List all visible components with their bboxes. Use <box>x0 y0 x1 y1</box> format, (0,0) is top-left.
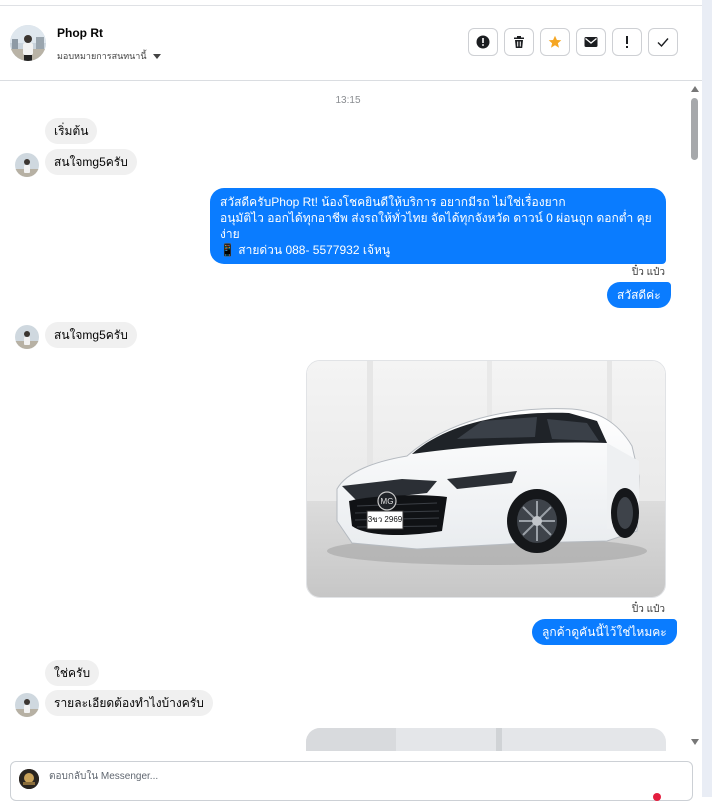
scroll-down-arrow-icon[interactable] <box>691 739 699 745</box>
message-composer <box>10 761 693 801</box>
message-line: สวัสดีครับPhop Rt! น้องโชคยินดีให้บริการ… <box>220 195 566 209</box>
car-photo-attachment[interactable]: MG 3ขว 2969 <box>306 360 666 598</box>
envelope-icon <box>584 37 598 47</box>
window-edge <box>702 0 712 797</box>
outgoing-message[interactable]: ลูกค้าดูคันนี้ไว้ใช่ไหมคะ <box>532 619 677 645</box>
assign-label: มอบหมายการสนทนานี้ <box>57 51 147 61</box>
mark-unread-button[interactable] <box>576 28 606 56</box>
message-line: 📱 สายด่วน 088- 5577932 เจ้หนู <box>220 243 391 257</box>
incoming-message[interactable]: เริ่มต้น <box>45 118 98 144</box>
contact-name[interactable]: Phop Rt <box>57 26 103 40</box>
reply-input[interactable] <box>47 770 651 783</box>
conversation-header: Phop Rt มอบหมายการสนทนานี้ <box>0 6 702 81</box>
trash-icon <box>514 36 524 48</box>
image-fragment <box>496 728 502 751</box>
svg-text:MG: MG <box>381 497 394 506</box>
seen-by-label: ปิ๋ว แป๋ว <box>631 267 665 278</box>
scroll-up-arrow-icon[interactable] <box>691 86 699 92</box>
contact-avatar-small <box>15 693 39 717</box>
seen-by-label: ปิ๋ว แป๋ว <box>631 604 665 615</box>
message-thread[interactable]: 13:15 เริ่มต้น สนใจmg5ครับ สวัสดีครับPho… <box>0 81 702 751</box>
outgoing-message[interactable]: สวัสดีค่ะ <box>607 282 671 308</box>
incoming-message[interactable]: ใช่ครับ <box>45 660 100 686</box>
image-fragment <box>306 728 396 751</box>
incoming-message[interactable]: สนใจmg5ครับ <box>45 149 137 175</box>
contact-avatar-small <box>15 325 39 349</box>
license-plate: 3ขว 2969 <box>368 515 403 524</box>
incoming-message[interactable]: สนใจmg5ครับ <box>45 322 137 348</box>
exclamation-icon <box>626 36 628 48</box>
page-avatar <box>19 769 39 789</box>
alert-circle-icon <box>476 35 490 49</box>
message-line: ง่าย <box>220 227 240 241</box>
message-timestamp: 13:15 <box>335 95 361 106</box>
checkmark-icon <box>657 38 669 48</box>
chat-scrollbar[interactable] <box>688 84 702 749</box>
mark-spam-button[interactable] <box>468 28 498 56</box>
contact-avatar[interactable] <box>10 25 46 61</box>
incoming-message[interactable]: รายละเอียดต้องทำไงบ้างครับ <box>45 690 213 716</box>
delete-button[interactable] <box>504 28 534 56</box>
outgoing-message[interactable]: สวัสดีครับPhop Rt! น้องโชคยินดีให้บริการ… <box>210 188 666 264</box>
notification-dot <box>653 793 661 801</box>
message-line: อนุมัติไว ออกได้ทุกอาชีพ ส่งรถให้ทั่วไทย… <box>220 211 652 225</box>
assign-conversation-dropdown[interactable]: มอบหมายการสนทนานี้ <box>57 49 161 63</box>
star-button[interactable] <box>540 28 570 56</box>
scrollbar-thumb[interactable] <box>691 98 698 160</box>
conversation-panel: Phop Rt มอบหมายการสนทนานี้ 13:15 เริ่มต้… <box>0 0 702 801</box>
contact-avatar-small <box>15 153 39 177</box>
chevron-down-icon <box>152 54 161 60</box>
follow-up-button[interactable] <box>612 28 642 56</box>
image-attachment-partial[interactable] <box>306 728 666 751</box>
mark-done-button[interactable] <box>648 28 678 56</box>
star-icon <box>548 35 562 48</box>
